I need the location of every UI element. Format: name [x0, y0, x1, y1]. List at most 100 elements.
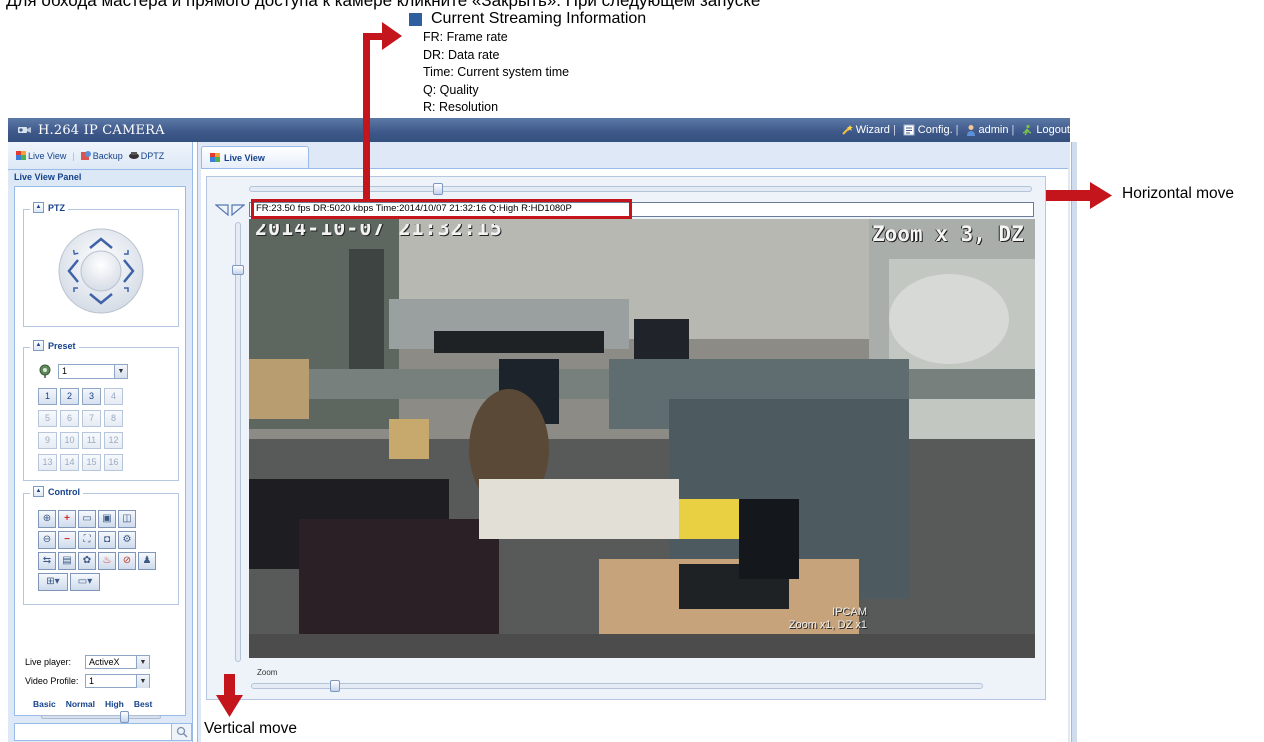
horizontal-move-slider[interactable] [249, 183, 1032, 195]
save-icon[interactable]: ◫ [118, 510, 136, 528]
quality-best: Best [133, 699, 153, 709]
user-move-icon[interactable]: ♟ [138, 552, 156, 570]
quality-slider-thumb[interactable] [120, 711, 129, 723]
preset-button-2[interactable]: 2 [60, 388, 79, 405]
live-video-feed[interactable] [249, 219, 1035, 658]
search-button[interactable] [171, 724, 191, 740]
preset-button-10[interactable]: 10 [60, 432, 79, 449]
settings-icon[interactable]: ⚙ [118, 531, 136, 549]
legend-item-fr: FR: Frame rate [423, 30, 508, 44]
control-title: Control [48, 486, 80, 497]
patrol-icon[interactable]: ▤ [58, 552, 76, 570]
preset-button-14[interactable]: 14 [60, 454, 79, 471]
legend-title: Current Streaming Information [431, 10, 647, 27]
video-osd-camera-zoom: Zoom x1, DZ x1 [788, 619, 867, 631]
alarm-off-icon[interactable]: ⊘ [118, 552, 136, 570]
header-links: Wizard | Config. | admin | Logout [837, 118, 1070, 142]
preset-button-6[interactable]: 6 [60, 410, 79, 427]
chevron-down-icon: ▼ [136, 656, 149, 669]
ptz-collapse-button[interactable]: ▲ [33, 202, 44, 213]
preset-button-9[interactable]: 9 [38, 432, 57, 449]
wizard-link[interactable]: Wizard [841, 124, 890, 136]
streaming-info-legend: Current Streaming Information FR: Frame … [409, 10, 646, 117]
config-icon [903, 124, 915, 136]
zoom-out-icon[interactable]: ⊖ [38, 531, 56, 549]
left-panel: Live View | Backup DPTZ Live View Panel … [8, 142, 193, 742]
legend-item-dr: DR: Data rate [423, 47, 500, 62]
video-profile-label: Video Profile: [25, 676, 79, 686]
layout-dropdown-icon[interactable]: ▭▾ [70, 573, 100, 591]
snapshot-icon[interactable]: ▭ [78, 510, 96, 528]
horizontal-move-label: Horizontal move [1122, 185, 1234, 202]
horizontal-slider-thumb[interactable] [433, 183, 443, 195]
video-profile-select[interactable]: 1 ▼ [85, 674, 150, 688]
vertical-slider-thumb[interactable] [232, 265, 244, 275]
preset-button-4[interactable]: 4 [104, 388, 123, 405]
preset-button-15[interactable]: 15 [82, 454, 101, 471]
plus-icon[interactable]: + [58, 510, 76, 528]
legend-marker [409, 12, 422, 26]
app-title: H.264 IP CAMERA [38, 122, 165, 138]
live-player-select[interactable]: ActiveX ▼ [85, 655, 150, 669]
tab-live-view[interactable]: Live View [16, 151, 66, 161]
fullscreen-icon[interactable]: ⛶ [78, 531, 96, 549]
preset-button-8[interactable]: 8 [104, 410, 123, 427]
office-scene-image [249, 219, 1035, 658]
live-view-panel-title: Live View Panel [8, 170, 192, 184]
minus-icon[interactable]: − [58, 531, 76, 549]
record-icon[interactable]: ▣ [98, 510, 116, 528]
ptz-direction-pad[interactable] [58, 228, 144, 314]
speed-dropdown-icon[interactable]: ⊞▾ [38, 573, 68, 591]
preset-button-13[interactable]: 13 [38, 454, 57, 471]
quality-high: High [104, 699, 124, 709]
vertical-move-slider[interactable] [232, 222, 244, 662]
admin-link[interactable]: admin [966, 124, 1008, 136]
legend-item-q: Q: Quality [423, 82, 479, 97]
top-caption-text: Для обхода мастера и прямого доступа к к… [6, 0, 761, 10]
preset-button-3[interactable]: 3 [82, 388, 101, 405]
auto-pan-icon[interactable]: ⇆ [38, 552, 56, 570]
vertical-move-label: Vertical move [204, 720, 298, 737]
legend-item-r: R: Resolution [423, 100, 499, 114]
tracking-icon[interactable]: ✿ [78, 552, 96, 570]
alarm-icon[interactable]: ♨ [98, 552, 116, 570]
config-link[interactable]: Config. [903, 124, 953, 136]
zoom-slider-thumb[interactable] [330, 680, 340, 692]
preset-button-5[interactable]: 5 [38, 410, 57, 427]
control-collapse-button[interactable]: ▲ [33, 486, 44, 497]
preset-button-11[interactable]: 11 [82, 432, 101, 449]
ptz-title: PTZ [48, 202, 65, 213]
preset-title: Preset [48, 340, 76, 351]
dptz-icon [128, 152, 139, 159]
preset-button-7[interactable]: 7 [82, 410, 101, 427]
quality-normal: Normal [65, 699, 95, 709]
tab-backup[interactable]: Backup [80, 151, 123, 161]
video-osd-camera: IPCAM Zoom x1, DZ x1 [789, 606, 867, 632]
preset-button-1[interactable]: 1 [38, 388, 57, 405]
video-osd-camera-name: IPCAM [832, 606, 867, 618]
chevron-down-icon: ▼ [114, 365, 127, 378]
live-view-icon [16, 151, 26, 160]
preset-collapse-button[interactable]: ▲ [33, 340, 44, 351]
config-label: Config. [917, 124, 953, 136]
chevron-down-icon: ▼ [136, 675, 149, 688]
zoom-slider[interactable] [251, 680, 983, 692]
preset-button-16[interactable]: 16 [104, 454, 123, 471]
backup-icon [80, 151, 91, 160]
live-player-label: Live player: [25, 657, 72, 667]
pan-direction-icon [215, 204, 245, 216]
wand-icon [841, 125, 853, 135]
zoom-in-icon[interactable]: ⊕ [38, 510, 56, 528]
zoom-label: Zoom [257, 668, 278, 677]
wizard-label: Wizard [855, 124, 890, 136]
search-icon [176, 726, 188, 738]
preset-button-12[interactable]: 12 [104, 432, 123, 449]
quality-slider[interactable] [41, 711, 161, 723]
tab-dptz[interactable]: DPTZ [128, 151, 164, 161]
search-input[interactable] [14, 723, 192, 741]
logout-link[interactable]: Logout [1021, 124, 1070, 136]
audio-icon[interactable]: ◘ [98, 531, 116, 549]
preset-select[interactable]: 1 ▼ [58, 364, 128, 379]
tab-live-view-main[interactable]: Live View [201, 146, 309, 168]
camera-logo-icon [18, 127, 31, 133]
